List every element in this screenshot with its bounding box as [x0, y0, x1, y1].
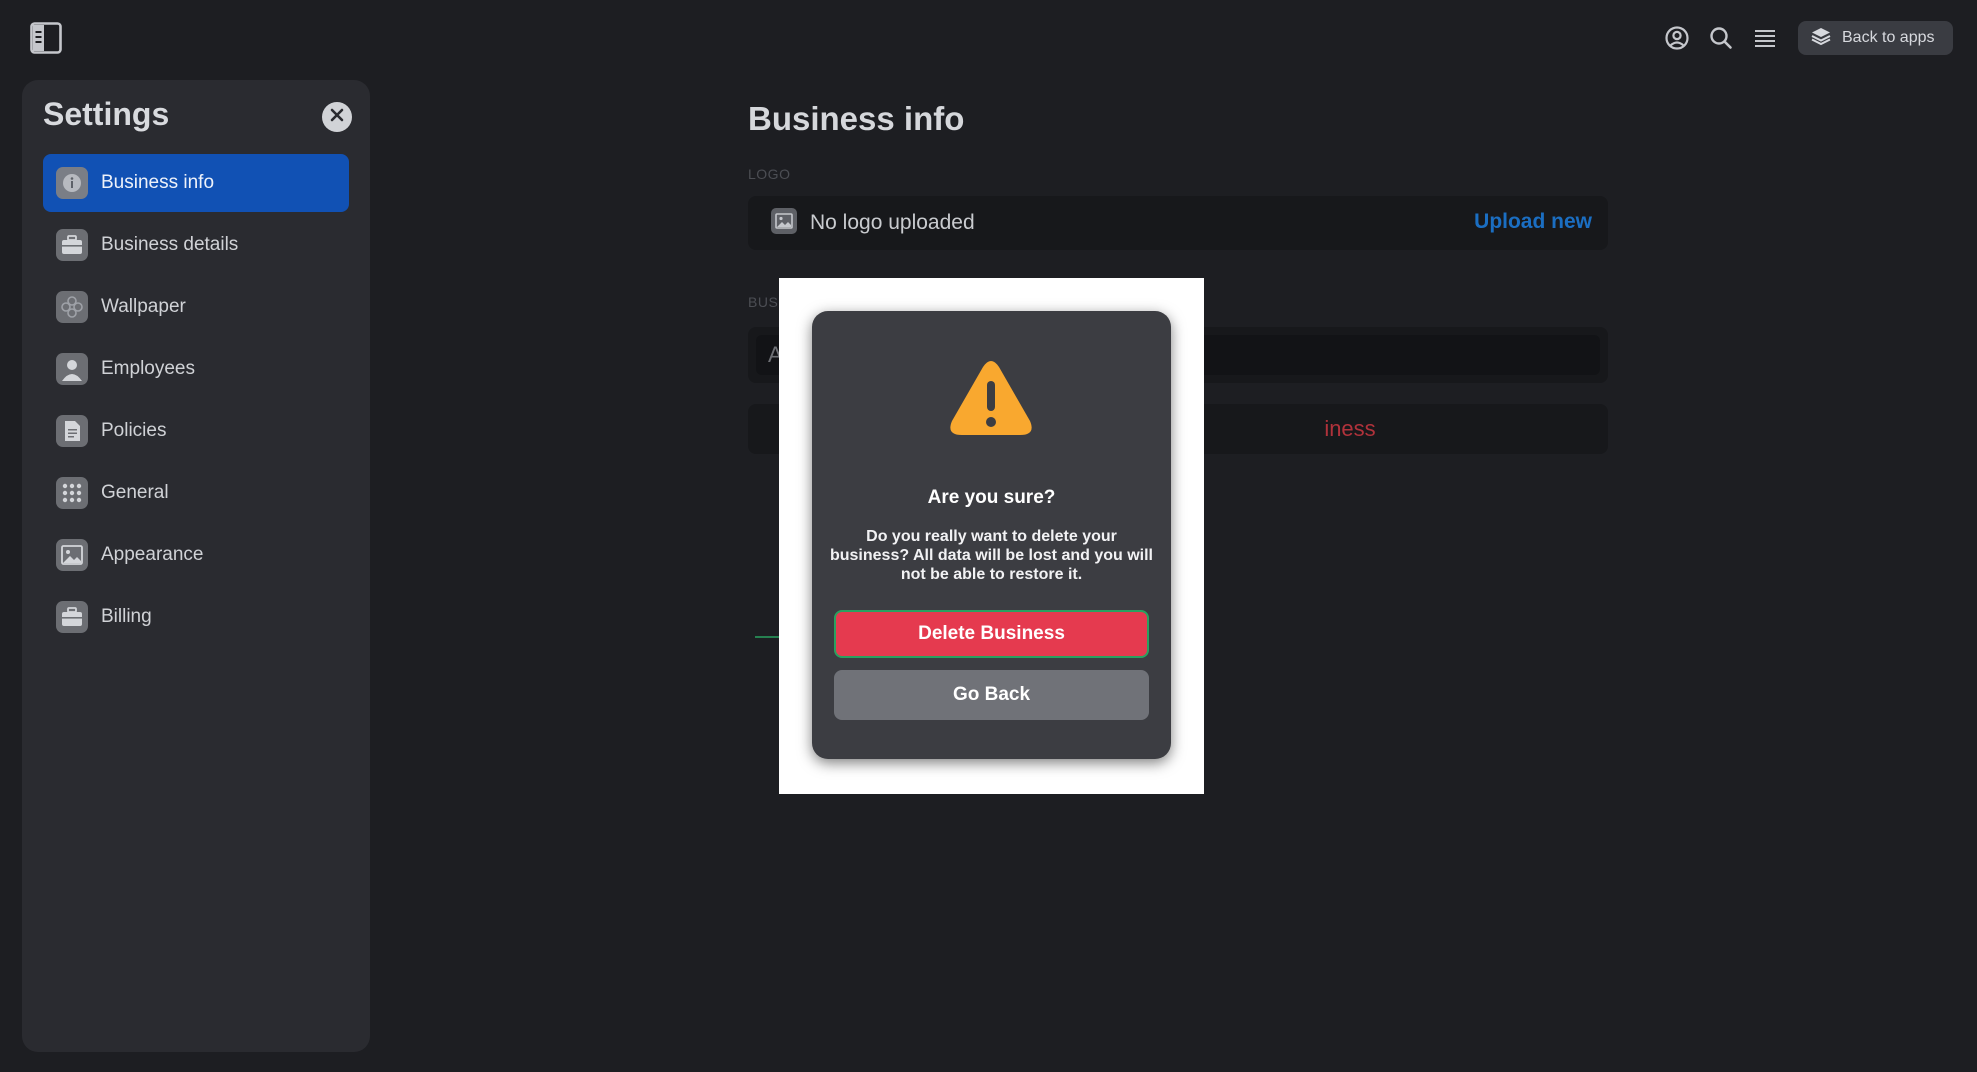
dialog-message: Do you really want to delete your busine…	[829, 528, 1153, 583]
sidebar-item-billing[interactable]: Billing	[43, 588, 349, 646]
search-icon[interactable]	[1706, 23, 1736, 53]
image-icon	[56, 539, 88, 571]
sidebar-item-appearance[interactable]: Appearance	[43, 526, 349, 584]
person-icon	[56, 353, 88, 385]
info-icon	[56, 167, 88, 199]
briefcase-icon	[56, 601, 88, 633]
settings-title: Settings	[43, 96, 170, 132]
delete-business-button[interactable]: Delete Business	[834, 610, 1149, 658]
business-name-label: BUSI	[748, 294, 783, 310]
warning-icon	[948, 359, 1034, 437]
close-settings-button[interactable]	[322, 102, 352, 132]
image-placeholder-icon	[770, 207, 798, 240]
sidebar-toggle-icon[interactable]	[30, 22, 62, 54]
menu-icon[interactable]	[1750, 23, 1780, 53]
sidebar-item-policies[interactable]: Policies	[43, 402, 349, 460]
briefcase-icon	[56, 229, 88, 261]
sidebar-item-label: Billing	[101, 606, 152, 627]
grid-icon	[56, 477, 88, 509]
sidebar-item-business-info[interactable]: Business info	[43, 154, 349, 212]
sidebar-item-general[interactable]: General	[43, 464, 349, 522]
top-bar: Back to apps	[0, 0, 1977, 76]
upload-new-link[interactable]: Upload new	[1474, 210, 1592, 234]
logo-status: No logo uploaded	[810, 211, 975, 234]
close-icon	[329, 107, 345, 128]
layers-icon	[1810, 25, 1832, 52]
sidebar-item-label: Business details	[101, 234, 239, 255]
sidebar-item-label: Wallpaper	[101, 296, 186, 317]
sidebar-item-business-details[interactable]: Business details	[43, 216, 349, 274]
page-title: Business info	[748, 100, 965, 137]
sidebar-item-label: Business info	[101, 172, 215, 193]
back-to-apps-button[interactable]: Back to apps	[1798, 21, 1953, 55]
sidebar-item-label: General	[101, 482, 169, 503]
sidebar-item-employees[interactable]: Employees	[43, 340, 349, 398]
logo-label: LOGO	[748, 166, 791, 182]
logo-row: No logo uploaded Upload new	[748, 196, 1608, 250]
sidebar-item-label: Policies	[101, 420, 167, 441]
settings-panel: Settings Business info Business details …	[22, 80, 370, 1052]
back-to-apps-label: Back to apps	[1842, 29, 1935, 46]
flower-icon	[56, 291, 88, 323]
delete-business-link: iness	[1324, 416, 1376, 441]
go-back-button[interactable]: Go Back	[834, 670, 1149, 720]
dialog-title: Are you sure?	[927, 487, 1056, 508]
document-icon	[56, 415, 88, 447]
sidebar-item-label: Employees	[101, 358, 195, 379]
account-icon[interactable]	[1662, 23, 1692, 53]
sidebar-item-label: Appearance	[101, 544, 204, 565]
confirm-dialog: Are you sure? Do you really want to dele…	[812, 311, 1171, 759]
modal-frame: Are you sure? Do you really want to dele…	[779, 278, 1204, 794]
settings-nav: Business info Business details Wallpaper…	[43, 154, 349, 650]
sidebar-item-wallpaper[interactable]: Wallpaper	[43, 278, 349, 336]
